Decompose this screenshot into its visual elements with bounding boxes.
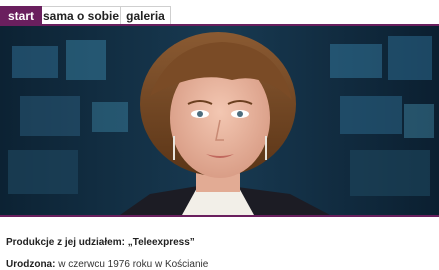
tab-start[interactable]: start: [0, 6, 42, 24]
birth-info: Urodzona: w czerwcu 1976 roku w Kościani…: [6, 259, 208, 270]
hero-photo: [0, 24, 439, 215]
tab-galeria[interactable]: galeria: [121, 6, 171, 24]
tab-sama-o-sobie[interactable]: sama o sobie: [42, 6, 121, 24]
born-label: Urodzona:: [6, 259, 56, 270]
productions-heading: Produkcje z jej udziałem: „Teleexpress”: [6, 237, 195, 248]
born-value: w czerwcu 1976 roku w Kościanie: [55, 259, 209, 270]
hero-bottom-rule: [0, 215, 439, 217]
presenter-portrait-image: [0, 26, 439, 215]
main-nav-tabs: start sama o sobie galeria: [0, 6, 171, 24]
